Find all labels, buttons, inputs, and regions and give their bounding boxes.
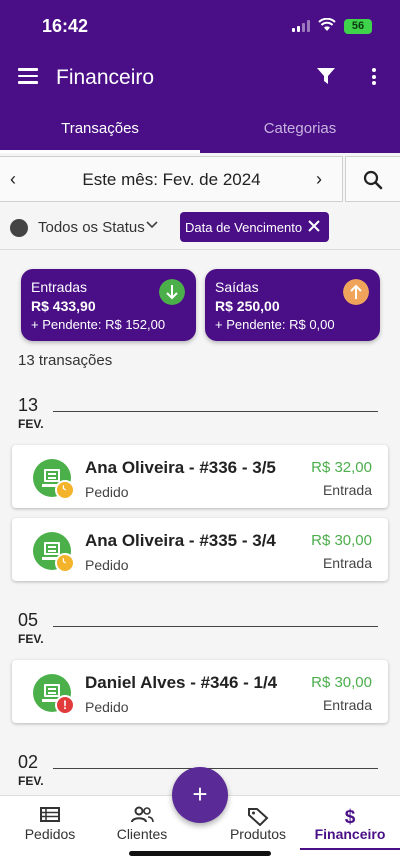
add-button[interactable]: + [172, 767, 228, 823]
people-icon [131, 806, 154, 823]
app-bar: Financeiro [0, 60, 400, 96]
transaction-subtitle: Pedido [85, 484, 129, 500]
transaction-type: Entrada [322, 555, 372, 571]
top-bar: 16:42 56 Financeiro Transações Categoria… [0, 0, 400, 153]
menu-icon[interactable] [18, 68, 38, 84]
month-selector: Este mês: Fev. de 2024 ‹ › [0, 156, 400, 202]
date-header: 13 FEV. [18, 395, 378, 431]
nav-label: Produtos [229, 826, 287, 842]
divider [53, 411, 378, 412]
receipt-icon: ! [33, 674, 75, 715]
filter-icon[interactable] [316, 66, 336, 86]
arrow-up-icon [343, 279, 369, 305]
svg-text:$: $ [345, 807, 356, 826]
month-box: Este mês: Fev. de 2024 ‹ › [0, 156, 343, 202]
list-icon [40, 807, 60, 822]
transaction-amount: R$ 30,00 [311, 532, 372, 549]
entradas-card[interactable]: Entradas R$ 433,90 + Pendente: R$ 152,00 [21, 269, 196, 341]
saidas-pending: + Pendente: R$ 0,00 [215, 317, 335, 332]
chevron-down-icon[interactable] [146, 218, 158, 230]
signal-icon [292, 20, 310, 32]
date-header: 05 FEV. [18, 610, 378, 646]
home-indicator [129, 851, 271, 856]
chevron-right-icon[interactable]: › [316, 169, 322, 190]
nav-pedidos[interactable]: Pedidos [0, 796, 100, 852]
transaction-amount: R$ 32,00 [311, 459, 372, 476]
tag-icon [248, 808, 269, 826]
more-vert-icon[interactable] [372, 68, 378, 88]
due-date-chip[interactable]: Data de Vencimento [180, 212, 329, 242]
clock-icon [55, 480, 75, 500]
receipt-icon [33, 532, 75, 573]
tab-transacoes[interactable]: Transações [0, 108, 200, 153]
filter-row: Todos os Status Data de Vencimento [0, 206, 400, 250]
entradas-pending: + Pendente: R$ 152,00 [31, 317, 166, 332]
chevron-left-icon[interactable]: ‹ [10, 169, 16, 190]
status-time: 16:42 [42, 16, 89, 36]
status-bar: 16:42 56 [0, 14, 400, 40]
status-dot-icon [10, 219, 28, 237]
transaction-type: Entrada [322, 482, 372, 498]
transaction-subtitle: Pedido [85, 557, 129, 573]
transaction-amount: R$ 30,00 [311, 674, 372, 691]
transaction-subtitle: Pedido [85, 699, 129, 715]
transaction-title: Ana Oliveira - #336 - 3/5 [85, 458, 276, 477]
date-day: 05 [18, 610, 39, 630]
transaction-title: Ana Oliveira - #335 - 3/4 [85, 531, 276, 550]
dollar-icon: $ [345, 807, 356, 826]
transaction-title: Daniel Alves - #346 - 1/4 [85, 673, 278, 692]
clock-icon [55, 553, 75, 573]
wifi-icon [318, 18, 336, 31]
date-month: FEV. [18, 632, 44, 646]
search-icon [363, 170, 383, 190]
nav-label: Financeiro [314, 826, 386, 842]
date-month: FEV. [18, 417, 44, 431]
month-label[interactable]: Este mês: Fev. de 2024 [0, 170, 343, 190]
tab-categorias[interactable]: Categorias [200, 108, 400, 153]
alert-icon: ! [55, 695, 75, 715]
transaction-count: 13 transações [18, 352, 113, 369]
battery-icon: 56 [344, 19, 372, 34]
transaction-card[interactable]: ! Daniel Alves - #346 - 1/4 Pedido R$ 30… [12, 660, 388, 723]
transaction-card[interactable]: Ana Oliveira - #335 - 3/4 Pedido R$ 30,0… [12, 518, 388, 581]
nav-label: Pedidos [24, 826, 76, 842]
divider [53, 626, 378, 627]
transaction-type: Entrada [322, 697, 372, 713]
divider [53, 768, 378, 769]
status-dropdown[interactable]: Todos os Status [38, 219, 145, 236]
close-icon[interactable] [307, 219, 321, 233]
nav-label: Clientes [116, 826, 168, 842]
arrow-down-icon [159, 279, 185, 305]
tab-bar: Transações Categorias [0, 108, 400, 153]
page-title: Financeiro [56, 66, 155, 89]
nav-financeiro[interactable]: $ Financeiro [300, 796, 400, 852]
receipt-icon [33, 459, 75, 500]
transaction-card[interactable]: Ana Oliveira - #336 - 3/5 Pedido R$ 32,0… [12, 445, 388, 508]
date-day: 13 [18, 395, 39, 415]
search-button[interactable] [345, 156, 400, 202]
chip-label: Data de Vencimento [185, 220, 303, 235]
saidas-card[interactable]: Saídas R$ 250,00 + Pendente: R$ 0,00 [205, 269, 380, 341]
